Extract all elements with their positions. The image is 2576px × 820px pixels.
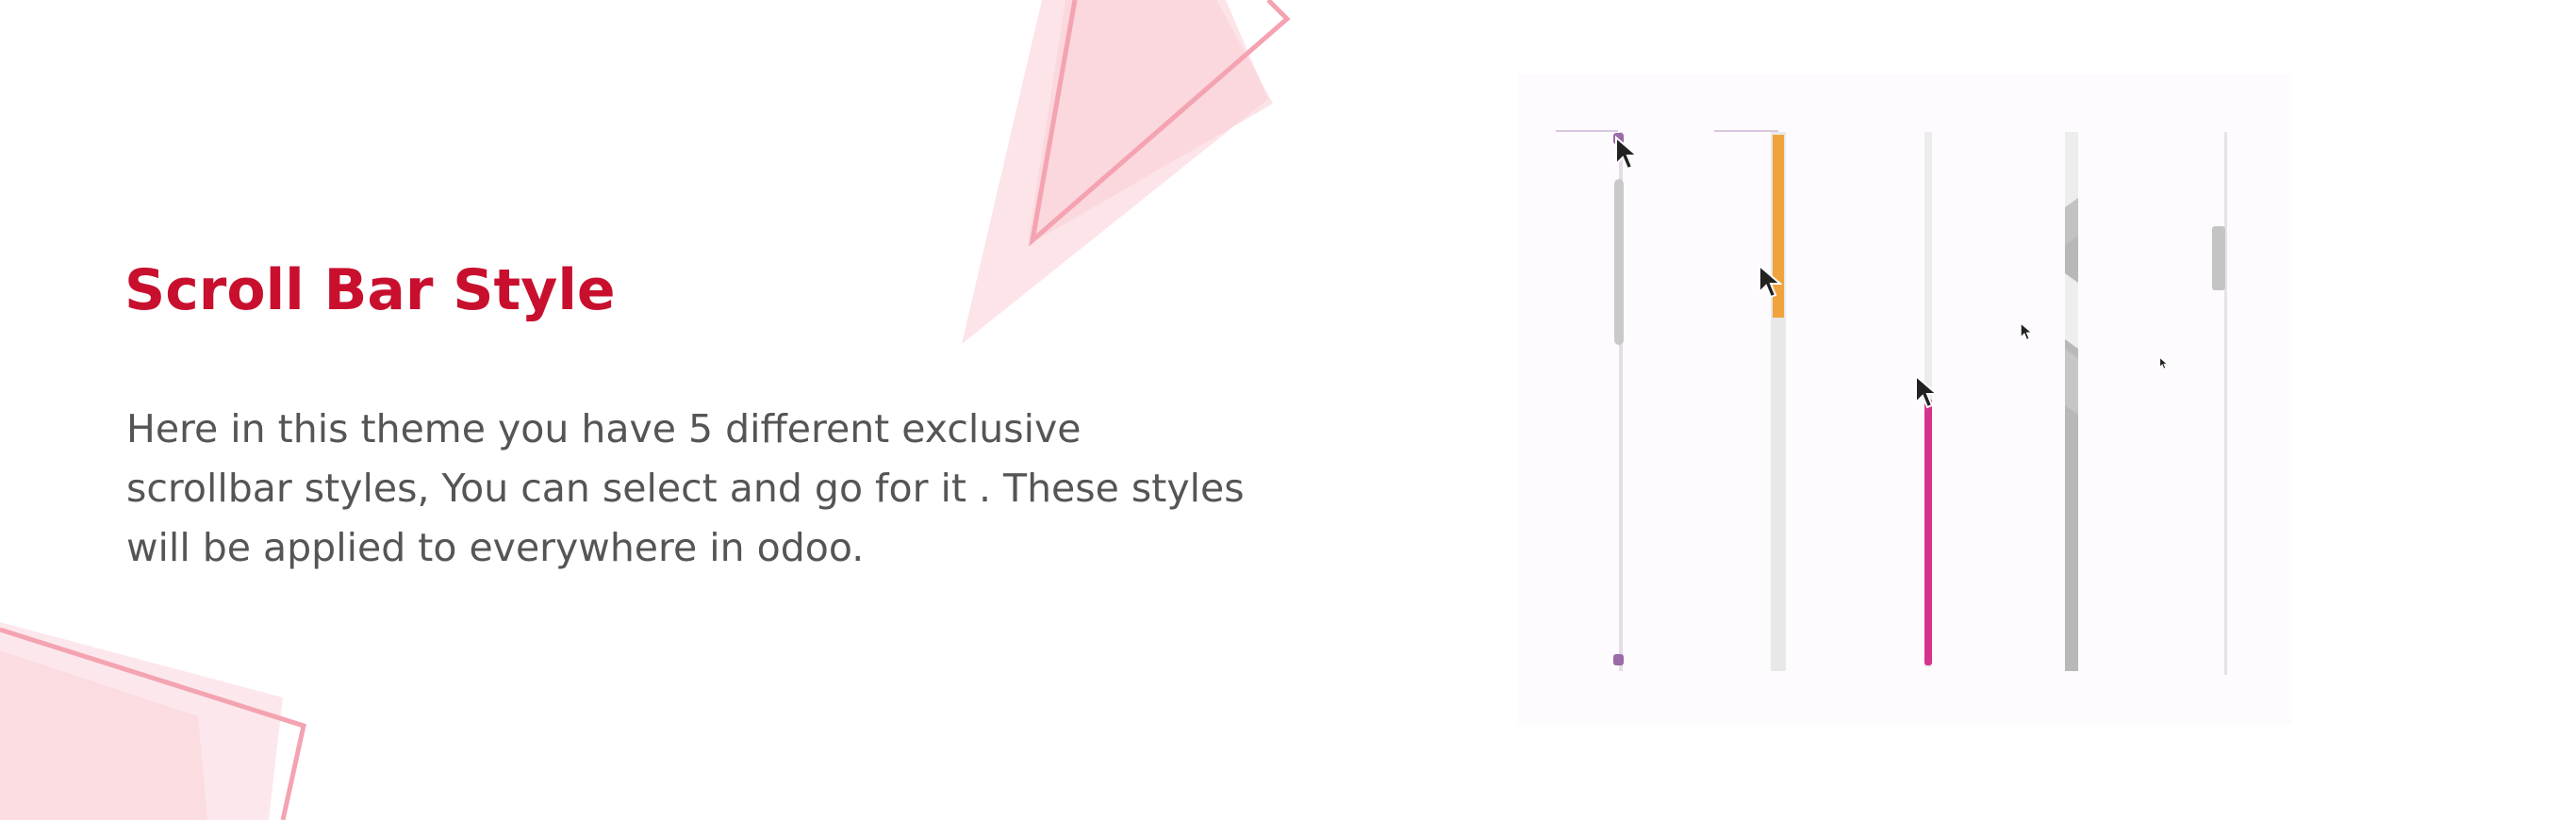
scrollbar-style-4-stripe (2065, 273, 2078, 349)
decor-triangle-top-outline (1029, 0, 1291, 247)
decor-triangle-bottom-outline (0, 627, 306, 820)
mouse-cursor-icon (1759, 264, 1782, 299)
scrollbar-style-5-thumb[interactable] (2212, 226, 2225, 290)
description-text: Here in this theme you have 5 different … (126, 406, 1245, 570)
mouse-cursor-icon (1915, 374, 1939, 409)
page-title: Scroll Bar Style (124, 257, 616, 323)
mouse-cursor-icon (2020, 322, 2033, 341)
scrollbar-style-2-top-line (1714, 130, 1778, 132)
decor-triangle-bottom-front (0, 650, 207, 820)
decor-triangle-bottom-back (0, 622, 283, 820)
scrollbar-style-1-thumb[interactable] (1614, 179, 1624, 345)
scrollbar-style-4-stripe (2065, 349, 2078, 415)
scrollbar-style-3-thumb[interactable] (1924, 399, 1932, 665)
mouse-cursor-icon (1615, 136, 1639, 171)
decor-triangle-top-front (1028, 0, 1273, 245)
scrollbar-style-4[interactable] (2065, 132, 2078, 671)
mouse-cursor-icon (2159, 357, 2168, 369)
scrollbar-style-1-top-line (1556, 130, 1618, 132)
scrollbar-style-1-bottom-cap[interactable] (1613, 654, 1624, 665)
scrollbar-style-5-track[interactable] (2224, 132, 2227, 675)
decor-triangle-top-back (962, 0, 1268, 344)
